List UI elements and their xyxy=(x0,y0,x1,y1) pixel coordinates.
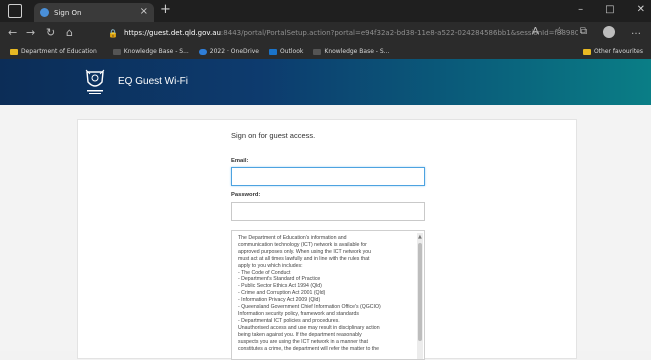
window-controls: – □ ✕ xyxy=(578,4,645,15)
bookmark-label: Knowledge Base - S... xyxy=(324,48,390,55)
tab-sign-on[interactable]: Sign On × xyxy=(34,3,154,22)
favourite-star-icon[interactable]: ☆ xyxy=(555,26,564,38)
terms-line: - Information Privacy Act 2009 (Qld) xyxy=(238,297,321,304)
bookmark-label: Department of Education xyxy=(21,48,97,55)
terms-line: apply to you which includes: xyxy=(238,262,303,269)
terms-line: being taken against you. If the departme… xyxy=(238,331,362,338)
onedrive-icon xyxy=(198,48,207,55)
tab-title: Sign On xyxy=(54,8,82,17)
password-field[interactable] xyxy=(231,202,425,221)
folder-icon xyxy=(10,48,18,55)
terms-line: communication technology (ICT) network i… xyxy=(238,241,367,248)
bookmark-outlook[interactable]: Outlook xyxy=(269,48,303,55)
minimize-button[interactable]: – xyxy=(578,4,583,15)
terms-line: must act at all times lawfully and in li… xyxy=(238,255,370,262)
terms-line: Information security policy, framework a… xyxy=(238,310,359,317)
forward-arrow-icon[interactable]: → xyxy=(26,26,35,39)
page-heading: Sign on for guest access. xyxy=(231,131,316,140)
terms-line: - Queensland Government Chief Informatio… xyxy=(238,304,381,311)
address-bar-row: ← → ↻ ⌂ 🔒 https://guest.det.qld.gov.au :… xyxy=(0,22,651,44)
terms-text: The Department of Education's informatio… xyxy=(238,235,414,352)
portal-header: EQ Guest Wi-Fi xyxy=(0,59,651,105)
lock-icon[interactable]: 🔒 xyxy=(108,29,118,38)
queensland-crest-icon xyxy=(85,69,105,94)
address-input[interactable]: 🔒 https://guest.det.qld.gov.au :8443/por… xyxy=(108,26,578,40)
bookmark-department-of-education[interactable]: Department of Education xyxy=(10,48,97,55)
terms-line: suspects you are using the ICT network i… xyxy=(238,338,368,345)
page-content: Sign on for guest access. Email: Passwor… xyxy=(0,105,651,360)
terms-line: Unauthorised access and use may result i… xyxy=(238,324,380,331)
url-path: :8443/portal/PortalSetup.action?portal=e… xyxy=(220,29,578,37)
back-arrow-icon[interactable]: ← xyxy=(8,26,17,39)
bookmark-other-favourites[interactable]: Other favourites xyxy=(582,48,643,55)
profile-avatar[interactable] xyxy=(603,26,615,38)
terms-line: - Department's Standard of Practice xyxy=(238,276,321,283)
outlook-icon xyxy=(269,48,278,55)
portal-title: EQ Guest Wi-Fi xyxy=(118,76,189,87)
scroll-thumb[interactable] xyxy=(418,243,422,341)
terms-scrollbar[interactable]: ▲ xyxy=(417,233,423,359)
terms-line: - Departmental ICT policies and procedur… xyxy=(238,317,340,324)
sign-on-card: Sign on for guest access. Email: Passwor… xyxy=(77,119,577,360)
terms-textarea[interactable]: The Department of Education's informatio… xyxy=(231,230,425,360)
email-field[interactable] xyxy=(231,167,425,186)
browser-titlebar: Sign On × + – □ ✕ xyxy=(0,0,651,22)
globe-icon xyxy=(40,8,49,17)
terms-line: approved purposes only. When using the I… xyxy=(238,248,372,255)
bookmark-label: 2022 · OneDrive xyxy=(209,48,260,55)
bookmark-label: Other favourites xyxy=(593,48,643,55)
close-window-button[interactable]: ✕ xyxy=(637,4,645,15)
maximize-button[interactable]: □ xyxy=(605,4,614,15)
terms-line: - Public Sector Ethics Act 1994 (Qld) xyxy=(238,283,322,290)
home-icon[interactable]: ⌂ xyxy=(66,26,73,39)
read-aloud-icon[interactable]: A xyxy=(532,26,539,38)
refresh-icon[interactable]: ↻ xyxy=(46,26,55,39)
tab-actions-icon[interactable] xyxy=(8,4,22,18)
browser-toolbar: A ☆ ⧉ … xyxy=(532,26,641,38)
email-label: Email: xyxy=(231,158,249,164)
bookmark-knowledge-base-1[interactable]: Knowledge Base - S... xyxy=(112,48,189,55)
bookmark-label: Knowledge Base - S... xyxy=(123,48,189,55)
bookmark-onedrive[interactable]: 2022 · OneDrive xyxy=(198,48,260,55)
terms-line: constitutes a crime, the department will… xyxy=(238,345,379,352)
close-tab-icon[interactable]: × xyxy=(140,6,148,17)
terms-line: - Crime and Corruption Act 2001 (Qld) xyxy=(238,290,326,297)
terms-line: - The Code of Conduct xyxy=(238,269,291,276)
kb-icon xyxy=(313,48,322,55)
bookmark-label: Outlook xyxy=(280,48,304,55)
more-menu-icon[interactable]: … xyxy=(631,26,641,38)
password-label: Password: xyxy=(231,192,261,198)
scroll-up-icon[interactable]: ▲ xyxy=(418,234,422,240)
collections-icon[interactable]: ⧉ xyxy=(580,26,587,38)
url-host: https://guest.det.qld.gov.au xyxy=(123,29,221,37)
new-tab-button[interactable]: + xyxy=(160,2,171,17)
kb-icon xyxy=(112,48,121,55)
favourites-bar: Department of Education Knowledge Base -… xyxy=(0,44,651,59)
bookmark-knowledge-base-2[interactable]: Knowledge Base - S... xyxy=(313,48,389,55)
folder-icon xyxy=(582,48,591,55)
terms-line: The Department of Education's informatio… xyxy=(238,235,347,241)
